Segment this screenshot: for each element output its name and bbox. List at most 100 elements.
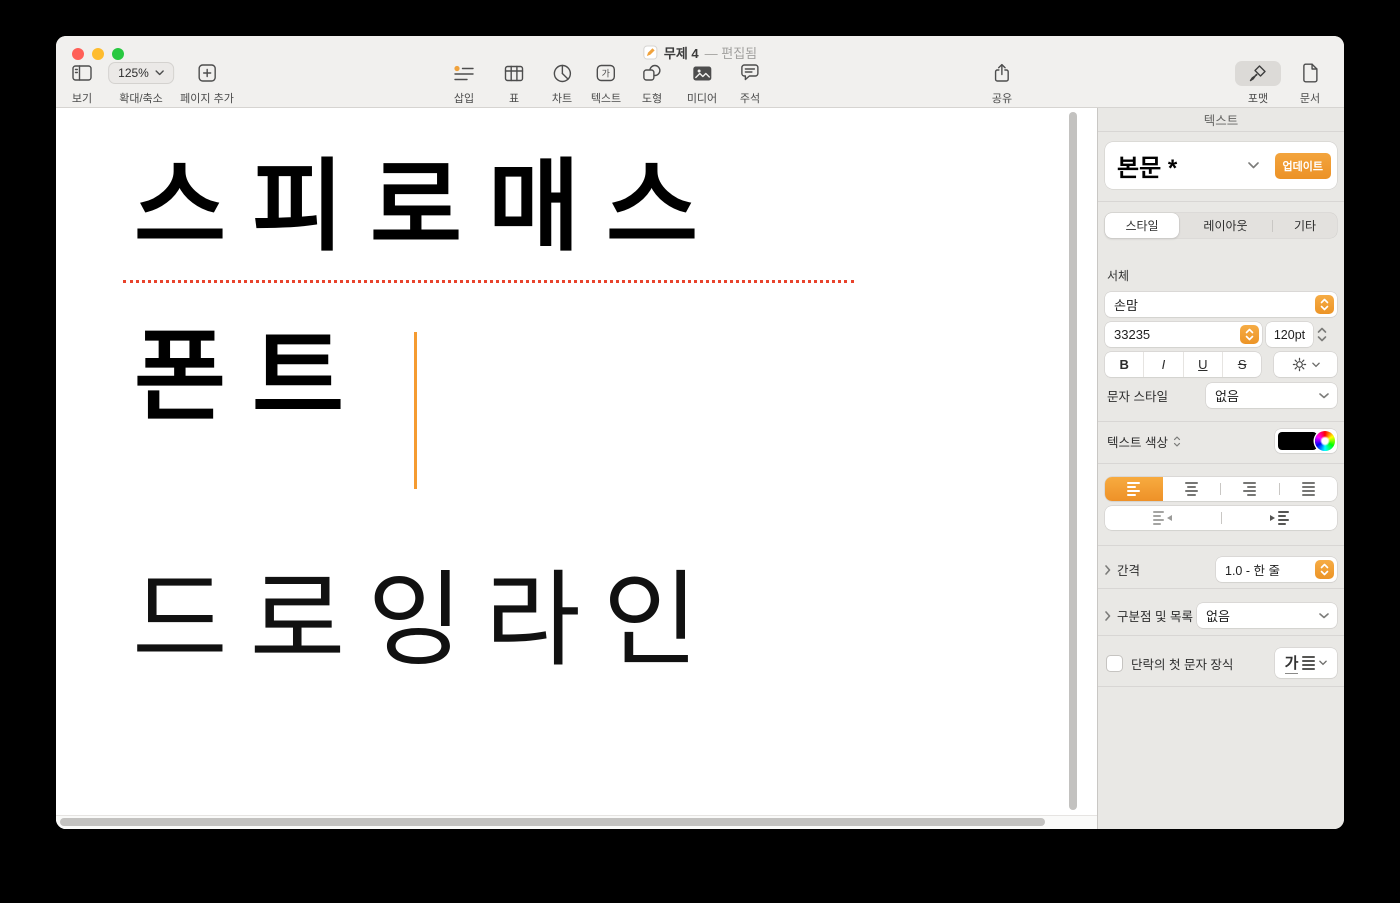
toolbar-table-label: 표	[509, 90, 519, 106]
toolbar-zoom-label: 확대/축소	[119, 90, 163, 106]
font-size-stepper[interactable]	[1317, 327, 1327, 342]
add-page-icon	[197, 61, 217, 85]
table-icon	[504, 61, 524, 85]
document-text-line3[interactable]: 드로잉라인	[132, 564, 720, 678]
bullets-dropdown[interactable]: 없음	[1197, 603, 1337, 628]
indent-left-arrow-icon	[1167, 515, 1172, 521]
toolbar-share-button[interactable]: 공유	[992, 61, 1012, 106]
paragraph-style-selector[interactable]: 본문 * 업데이트	[1105, 142, 1337, 189]
bullets-disclosure-icon[interactable]	[1105, 611, 1111, 621]
style-update-button[interactable]: 업데이트	[1275, 153, 1331, 179]
font-size-value: 120pt	[1274, 328, 1305, 342]
strikethrough-button[interactable]: S	[1222, 352, 1261, 377]
advanced-options-button[interactable]	[1274, 352, 1337, 377]
spacing-disclosure-icon[interactable]	[1105, 565, 1111, 575]
format-sidebar: 텍스트 본문 * 업데이트 스타일 레이아웃 기타 서체 손맘 33235	[1097, 108, 1344, 829]
vertical-scrollbar[interactable]	[1069, 112, 1077, 810]
stepper-up-down-icon[interactable]	[1315, 560, 1334, 579]
document-icon	[1302, 61, 1319, 85]
zoom-level-dropdown[interactable]: 125%	[109, 63, 173, 83]
character-style-value: 없음	[1206, 386, 1319, 405]
decrease-indent-button[interactable]	[1105, 506, 1221, 530]
text-color-disclosure-icon[interactable]	[1173, 436, 1181, 447]
character-style-dropdown[interactable]: 없음	[1206, 383, 1337, 408]
pages-window: 무제 4 — 편집됨 보기 125% 확대/축소 페이지 추가	[56, 36, 1344, 829]
toolbar-share-label: 공유	[992, 90, 1012, 106]
text-color-swatch[interactable]	[1278, 432, 1317, 450]
toolbar-media-button[interactable]: 미디어	[687, 61, 717, 106]
toolbar-zoom-control[interactable]: 125% 확대/축소	[109, 61, 173, 106]
spacing-dropdown[interactable]: 1.0 - 한 줄	[1216, 557, 1337, 582]
text-color-row: 텍스트 색상	[1105, 429, 1337, 453]
font-family-dropdown[interactable]: 손맘	[1105, 292, 1337, 317]
align-right-button[interactable]	[1221, 477, 1279, 501]
divider	[1098, 686, 1344, 687]
tab-style[interactable]: 스타일	[1105, 213, 1179, 238]
font-attributes-row: B I U S	[1105, 352, 1337, 377]
toolbar-view-label: 보기	[72, 90, 92, 106]
chevron-down-icon	[155, 70, 164, 76]
toolbar-add-page-label: 페이지 추가	[180, 90, 234, 106]
toolbar-chart-label: 차트	[552, 90, 572, 106]
toolbar-add-page-button[interactable]: 페이지 추가	[180, 61, 234, 106]
italic-button[interactable]: I	[1143, 352, 1182, 377]
toolbar-shape-button[interactable]: 도형	[642, 61, 662, 106]
toolbar-view-button[interactable]: 보기	[72, 61, 93, 106]
zoom-level-value: 125%	[118, 66, 149, 80]
text-insertion-caret	[414, 332, 417, 489]
align-left-button[interactable]	[1105, 477, 1163, 501]
text-color-control	[1275, 429, 1337, 453]
toolbar-table-button[interactable]: 표	[504, 61, 524, 106]
window-edited-badge: — 편집됨	[705, 43, 758, 62]
pie-chart-icon	[553, 61, 572, 85]
bullets-lists-row: 구분점 및 목록 없음	[1105, 603, 1337, 628]
divider	[1098, 545, 1344, 546]
horizontal-scrollbar[interactable]	[60, 818, 1045, 826]
divider	[1098, 201, 1344, 202]
increase-indent-button[interactable]	[1222, 506, 1338, 530]
document-text-line1[interactable]: 스피로매스	[134, 152, 724, 262]
underline-button[interactable]: U	[1183, 352, 1222, 377]
tab-other[interactable]: 기타	[1273, 213, 1337, 238]
toolbar-text-button[interactable]: 가 텍스트	[591, 61, 621, 106]
tab-layout[interactable]: 레이아웃	[1179, 213, 1272, 238]
fullscreen-window-button[interactable]	[112, 48, 124, 60]
paragraph-style-name: 본문 *	[1105, 148, 1248, 183]
toolbar-chart-button[interactable]: 차트	[552, 61, 572, 106]
chevron-down-icon	[1319, 393, 1329, 399]
paintbrush-icon	[1248, 63, 1268, 83]
document-canvas[interactable]: 스피로매스 폰트 드로잉라인	[56, 108, 1097, 829]
font-size-field[interactable]: 120pt	[1266, 322, 1313, 347]
toolbar-comment-button[interactable]: 주석	[740, 61, 760, 106]
drop-cap-checkbox[interactable]	[1107, 656, 1122, 671]
align-justify-button[interactable]	[1280, 477, 1338, 501]
svg-text:가: 가	[602, 69, 610, 79]
sidebar-panel-title: 텍스트	[1098, 108, 1344, 132]
bold-button[interactable]: B	[1105, 352, 1143, 377]
toolbar-document-button[interactable]: 문서	[1300, 61, 1320, 106]
toolbar-text-label: 텍스트	[591, 90, 621, 106]
close-window-button[interactable]	[72, 48, 84, 60]
sidebar-toggle-icon	[72, 61, 93, 85]
stepper-up-down-icon[interactable]	[1315, 295, 1334, 314]
font-style-dropdown[interactable]: 33235	[1105, 322, 1262, 347]
minimize-window-button[interactable]	[92, 48, 104, 60]
drop-cap-row: 단락의 첫 문자 장식 가	[1105, 647, 1337, 679]
horizontal-scrollbar-track	[56, 815, 1097, 829]
toolbar-shape-label: 도형	[642, 90, 662, 106]
document-text-line2[interactable]: 폰트	[134, 322, 370, 432]
font-family-value: 손맘	[1105, 295, 1315, 314]
stepper-up-down-icon[interactable]	[1240, 325, 1259, 344]
toolbar-format-button[interactable]: 포맷	[1235, 61, 1281, 106]
divider	[1098, 463, 1344, 464]
drop-cap-lines-icon	[1302, 656, 1315, 670]
align-center-button[interactable]	[1163, 477, 1221, 501]
gear-icon	[1292, 357, 1307, 372]
drop-cap-preview-glyph: 가	[1285, 652, 1299, 674]
toolbar-insert-button[interactable]: 삽입	[453, 61, 475, 106]
drop-cap-style-button[interactable]: 가	[1275, 648, 1337, 678]
toolbar-format-label: 포맷	[1248, 90, 1268, 106]
toolbar-comment-label: 주석	[740, 90, 760, 106]
comment-bubble-icon	[740, 61, 760, 85]
color-wheel-button[interactable]	[1315, 431, 1335, 451]
